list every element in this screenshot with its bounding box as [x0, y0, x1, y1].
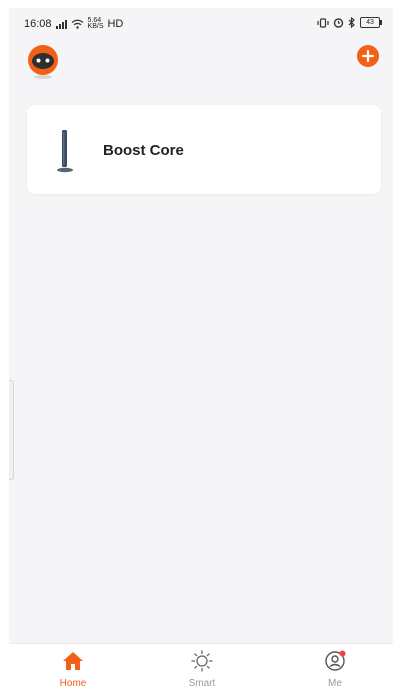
- home-screen: 16:08 5.64 KB/S HD 43 Boost Core Home Sm…: [9, 8, 393, 694]
- device-card[interactable]: Boost Core: [27, 105, 381, 194]
- wifi-icon: [71, 19, 83, 29]
- home-icon: [63, 652, 83, 670]
- device-name: Boost Core: [103, 142, 184, 159]
- plus-icon: [362, 50, 374, 62]
- robot-avatar-icon[interactable]: [25, 44, 61, 80]
- nav-home-label: Home: [59, 678, 87, 689]
- bottom-navigation: Home Smart Me: [9, 643, 393, 694]
- status-right: 43: [317, 17, 382, 28]
- notification-dot-icon: [339, 650, 346, 657]
- nav-home[interactable]: Home: [33, 650, 113, 689]
- nav-me[interactable]: Me: [295, 650, 375, 689]
- status-time: 16:08: [24, 18, 52, 30]
- network-speed-unit: KB/S: [87, 23, 104, 30]
- edge-drag-handle[interactable]: [9, 380, 14, 480]
- tower-fan-device-icon: [57, 130, 73, 173]
- network-speed: 5.64 KB/S: [87, 17, 104, 30]
- profile-icon: [325, 650, 346, 671]
- bluetooth-icon: [348, 17, 355, 28]
- alarm-icon: [333, 18, 344, 28]
- battery-indicator: 43: [360, 17, 382, 28]
- sun-icon: [191, 650, 213, 672]
- nav-smart[interactable]: Smart: [162, 650, 242, 689]
- nav-smart-label: Smart: [188, 678, 216, 689]
- status-left: 16:08 5.64 KB/S HD: [24, 17, 124, 30]
- signal-icon: [55, 19, 67, 29]
- hd-indicator: HD: [107, 18, 124, 30]
- nav-me-label: Me: [328, 678, 342, 689]
- add-device-button[interactable]: [357, 45, 379, 67]
- status-bar: 16:08 5.64 KB/S HD 43: [9, 8, 393, 38]
- vibrate-icon: [317, 17, 329, 28]
